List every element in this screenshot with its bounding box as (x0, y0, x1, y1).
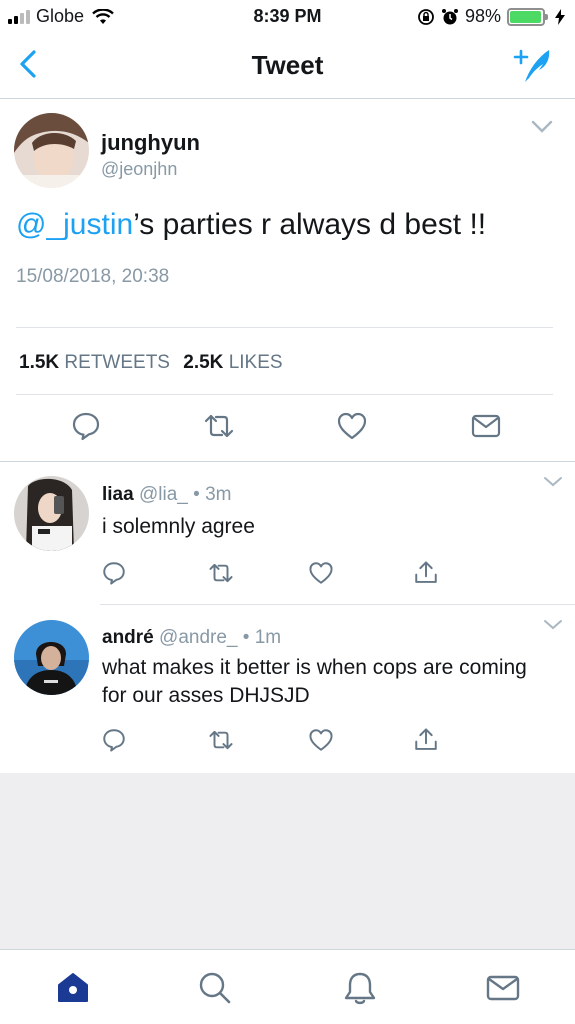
reply-actions (0, 727, 575, 757)
separator-dot: • (242, 627, 250, 648)
reply-icon[interactable] (101, 727, 127, 753)
alarm-icon (441, 8, 459, 26)
reply-actions (0, 560, 575, 590)
status-bar: Globe 8:39 PM 98% (0, 0, 575, 32)
share-icon[interactable] (413, 560, 439, 586)
main-tweet: junghyun @jeonjhn @_justin’s parties r a… (0, 100, 575, 462)
home-icon[interactable] (55, 970, 91, 1006)
avatar[interactable] (14, 113, 89, 188)
tab-bar (0, 949, 575, 1024)
retweet-icon[interactable] (203, 410, 235, 442)
separator-dot: • (193, 484, 200, 505)
likes-count[interactable]: 2.5K (183, 352, 223, 373)
share-icon[interactable] (413, 727, 439, 753)
page-title: Tweet (251, 50, 324, 80)
retweets-count[interactable]: 1.5K (19, 352, 59, 373)
author-handle[interactable]: @jeonjhn (101, 159, 177, 180)
chevron-down-icon[interactable] (531, 120, 553, 134)
nav-bar: Tweet (0, 32, 575, 99)
chevron-down-icon[interactable] (543, 619, 563, 631)
divider (16, 394, 553, 395)
likes-label[interactable]: LIKES (229, 352, 283, 373)
like-icon[interactable] (308, 727, 334, 753)
reply-text: what makes it better is when cops are co… (102, 656, 527, 707)
reply-header: andré @andre_ • 1m (102, 627, 281, 649)
reply-icon[interactable] (70, 410, 102, 442)
avatar[interactable] (14, 620, 89, 695)
author-name[interactable]: junghyun (101, 130, 200, 156)
divider (16, 327, 553, 328)
chevron-down-icon[interactable] (543, 476, 563, 488)
reply-time: 1m (254, 627, 282, 648)
retweet-icon[interactable] (208, 560, 234, 586)
reply-tweet[interactable]: andré @andre_ • 1m what makes it better … (0, 605, 575, 773)
tweet-stats: 1.5K RETWEETS 2.5K LIKES (19, 352, 291, 374)
reply-author-name[interactable]: liaa (102, 484, 134, 505)
reply-header: liaa @lia_ • 3m (102, 484, 231, 506)
message-icon[interactable] (470, 410, 502, 442)
reply-author-name[interactable]: andré (102, 627, 154, 648)
tweet-text-body: ’s parties r always d best !! (133, 208, 487, 241)
status-right: 98% (417, 6, 565, 27)
tweet-timestamp: 15/08/2018, 20:38 (16, 266, 170, 287)
retweets-label[interactable]: RETWEETS (64, 352, 170, 373)
reply-icon[interactable] (101, 560, 127, 586)
rotation-lock-icon (417, 8, 435, 26)
search-icon[interactable] (197, 970, 233, 1006)
battery-percent: 98% (464, 6, 501, 26)
retweet-icon[interactable] (208, 727, 234, 753)
messages-icon[interactable] (485, 970, 521, 1006)
charging-icon (555, 8, 565, 25)
battery-icon (507, 7, 548, 26)
reply-time: 3m (205, 484, 232, 505)
battery-level (510, 10, 542, 23)
reply-tweet[interactable]: liaa @lia_ • 3m i solemnly agree (0, 462, 575, 605)
tweet-text: @_justin’s parties r always d best !! (16, 208, 486, 242)
reply-author-handle[interactable]: @andre_ (159, 627, 237, 648)
reply-text: i solemnly agree (102, 515, 255, 538)
empty-area (0, 773, 575, 949)
mention-link[interactable]: @_justin (16, 208, 133, 241)
notifications-icon[interactable] (342, 970, 378, 1006)
like-icon[interactable] (308, 560, 334, 586)
reply-author-handle[interactable]: @lia_ (139, 484, 188, 505)
tweet-actions (0, 410, 575, 450)
like-icon[interactable] (336, 410, 368, 442)
avatar[interactable] (14, 476, 89, 551)
compose-tweet-icon[interactable] (511, 42, 557, 88)
